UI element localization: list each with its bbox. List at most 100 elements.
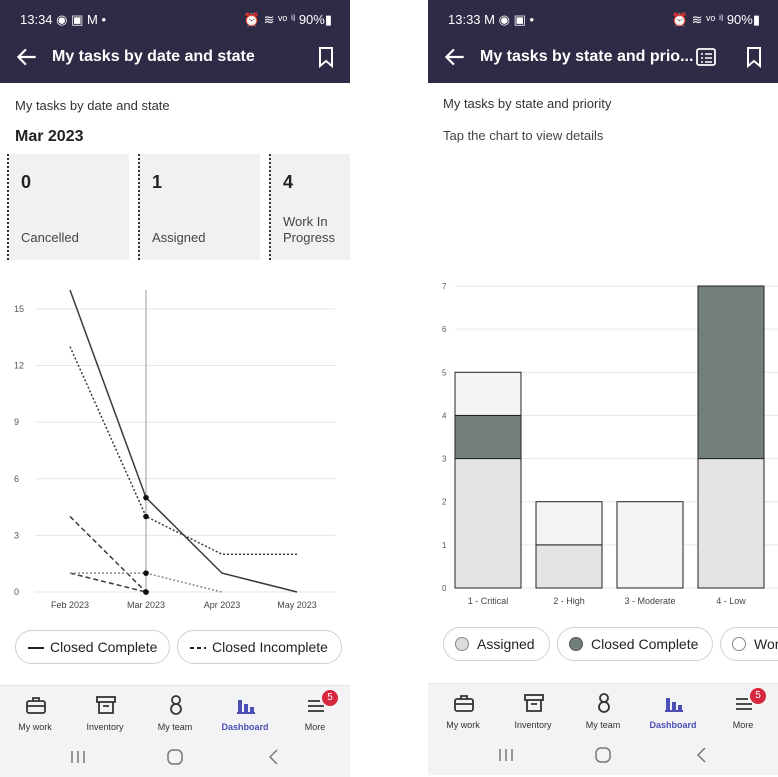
tab-dashboard[interactable]: Dashboard [210,686,280,740]
card-label: Assigned [152,230,206,245]
bar-segment [697,458,765,589]
back-arrow-icon[interactable] [442,44,468,70]
card-count: 4 [283,172,294,192]
bar-chart-icon [237,700,255,714]
legend-closed-incomplete[interactable]: Closed Incomplete [177,630,342,664]
x-tick-label: Feb 2023 [51,600,89,610]
list-view-icon[interactable] [696,46,716,68]
home-icon[interactable] [163,747,187,767]
back-nav-icon[interactable] [690,745,714,765]
tab-label: Dashboard [221,722,269,732]
legend-closed-complete[interactable]: Closed Complete [15,630,170,664]
y-tick-label: 2 [442,498,447,507]
bar-chart-icon [665,698,683,712]
person-icon [598,693,610,713]
y-tick-label: 4 [442,411,447,420]
back-nav-icon[interactable] [262,747,286,767]
notification-badge: 5 [750,688,766,704]
tab-more[interactable]: 5 More [708,684,778,738]
recent-apps-icon[interactable] [66,747,90,767]
card-cancelled[interactable]: 0 Cancelled [7,154,129,260]
data-point [143,494,149,501]
x-tick-label: May 2023 [277,600,317,610]
tab-more[interactable]: 5 More [280,686,350,740]
tab-dashboard[interactable]: Dashboard [638,684,708,738]
left-screen: 13:34 ◉ ▣ M • ⏰ ≋ ᵛᵒ ⁱˡ 90%▮ My tasks by… [0,0,350,777]
tab-my-work[interactable]: My work [0,686,70,740]
x-tick-label: 4 - Low [716,596,746,606]
system-nav-bar [428,737,778,775]
back-arrow-icon[interactable] [14,44,40,70]
tab-my-work[interactable]: My work [428,684,498,738]
y-tick-label: 6 [442,325,447,334]
card-count: 1 [152,172,163,192]
legend-assigned[interactable]: Assigned [443,627,550,661]
bar-chart[interactable]: 0 1 2 3 4 5 6 7 1 - Critical 2 - High 3 - Moderate… [428,270,778,615]
status-time: 13:33 M ◉ ▣ • [448,12,535,27]
tab-my-team[interactable]: My team [140,686,210,740]
legend-label: Closed Complete [591,636,699,652]
tab-label: More [732,720,754,730]
app-header: 13:34 ◉ ▣ M • ⏰ ≋ ᵛᵒ ⁱˡ 90%▮ My tasks by… [0,0,350,83]
x-tick-label: 3 - Moderate [624,596,675,606]
right-screen: 13:33 M ◉ ▣ • ⏰ ≋ ᵛᵒ ⁱˡ 90%▮ My tasks by… [428,0,778,777]
legend-label: Wor [754,636,778,652]
legend-closed-complete[interactable]: Closed Complete [557,627,713,661]
tab-inventory[interactable]: Inventory [70,686,140,740]
status-indicators: ⏰ ≋ ᵛᵒ ⁱˡ 90%▮ [671,12,760,27]
legend-work-in-progress[interactable]: Wor [720,627,778,661]
tab-inventory[interactable]: Inventory [498,684,568,738]
tab-label: My work [18,722,52,732]
person-icon [170,695,182,715]
y-tick-label: 12 [14,361,24,371]
recent-apps-icon[interactable] [494,745,518,765]
y-tick-label: 9 [14,417,19,427]
legend-swatch [455,637,469,651]
tab-label: My work [446,720,480,730]
card-label: Work In Progress [283,214,336,245]
bar-segment [454,371,522,416]
legend-label: Assigned [477,636,535,652]
bar-segment [616,501,684,589]
y-tick-label: 1 [442,541,447,550]
legend-label: Closed Complete [50,639,158,655]
data-point [143,570,149,576]
app-header: 13:33 M ◉ ▣ • ⏰ ≋ ᵛᵒ ⁱˡ 90%▮ My tasks by… [428,0,778,83]
y-tick-label: 5 [442,368,447,377]
tab-label: Inventory [514,720,552,730]
series-line [69,289,298,593]
x-tick-label: Apr 2023 [204,600,241,610]
tab-label: My team [157,722,193,732]
page-title: My tasks by state and prio... [480,48,694,65]
tab-label: Inventory [86,722,124,732]
series-line [69,346,297,555]
line-chart[interactable]: 0 3 6 9 12 15 Feb 2023 Mar 2023 Apr 2023 May 2023 [0,280,350,620]
briefcase-icon [26,697,46,714]
tab-my-team[interactable]: My team [568,684,638,738]
x-tick-label: Mar 2023 [127,600,165,610]
data-point [143,589,149,595]
card-work-in-progress[interactable]: 4 Work In Progress [269,154,350,260]
report-subtitle: My tasks by date and state [15,98,170,113]
bookmark-icon[interactable] [744,46,764,68]
month-heading: Mar 2023 [15,128,84,145]
solid-line-icon [28,647,44,649]
data-point [143,513,149,520]
legend-swatch [569,637,583,651]
inventory-box-icon [524,694,544,712]
dashed-line-icon [190,647,206,649]
y-tick-label: 15 [14,304,24,314]
bar-segment [535,544,603,589]
status-time: 13:34 ◉ ▣ M • [20,12,107,27]
card-count: 0 [21,172,32,192]
series-line [69,515,147,593]
bar-segment [697,285,765,460]
x-tick-label: 2 - High [553,596,585,606]
status-indicators: ⏰ ≋ ᵛᵒ ⁱˡ 90%▮ [243,12,332,27]
notification-badge: 5 [322,690,338,706]
home-icon[interactable] [591,745,615,765]
card-assigned[interactable]: 1 Assigned [138,154,260,260]
bar-segment [454,458,522,589]
tab-label: More [304,722,326,732]
bookmark-icon[interactable] [316,46,336,68]
